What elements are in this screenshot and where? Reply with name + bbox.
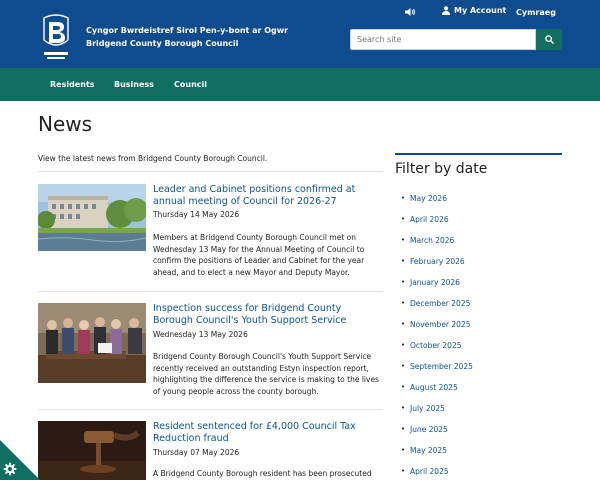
date-filter-item[interactable]: • November 2025 [401, 320, 473, 341]
search-input[interactable] [350, 29, 536, 50]
date-filter-item[interactable]: • January 2026 [401, 278, 473, 299]
news-summary: A Bridgend County Borough resident has b… [153, 469, 372, 478]
page-title: News [38, 112, 93, 136]
news-summary: Bridgend County Borough Council's Youth … [153, 352, 379, 396]
news-date: Wednesday 13 May 2026 [153, 330, 248, 339]
my-account-link[interactable]: My Account [442, 6, 506, 15]
language-toggle[interactable]: Cymraeg [516, 8, 556, 17]
date-filter-item[interactable]: • March 2026 [401, 236, 473, 257]
user-icon [442, 6, 450, 15]
date-filter-item[interactable]: • February 2026 [401, 257, 473, 278]
date-filter-item[interactable]: • June 2025 [401, 425, 473, 446]
sidebar-rule [395, 153, 562, 155]
council-name-english: Bridgend County Borough Council [86, 39, 239, 48]
intro-text: View the latest news from Bridgend Count… [38, 154, 268, 163]
nav-business[interactable]: Business [114, 80, 154, 89]
news-title-link[interactable]: Inspection success for Bridgend County B… [153, 303, 383, 327]
date-filter-item[interactable]: • May 2025 [401, 446, 473, 467]
date-filter-item[interactable]: • October 2025 [401, 341, 473, 362]
nav-residents[interactable]: Residents [50, 80, 95, 89]
date-filter-list: • May 2026 • April 2026 • March 2026 • Febru… [401, 194, 473, 480]
date-filter-item[interactable]: • August 2025 [401, 383, 473, 404]
my-account-label: My Account [454, 6, 507, 15]
council-name-welsh: Cyngor Bwrdeistref Sirol Pen-y-bont ar O… [86, 26, 289, 35]
news-thumbnail[interactable] [38, 303, 146, 383]
date-filter-item[interactable]: • July 2025 [401, 404, 473, 425]
divider [38, 409, 383, 410]
news-item: Resident sentenced for £4,000 Council Ta… [38, 421, 383, 480]
date-filter-item[interactable]: • September 2025 [401, 362, 473, 383]
nav-council[interactable]: Council [174, 80, 207, 89]
search-button[interactable] [536, 29, 562, 50]
search-icon [544, 35, 554, 44]
news-item: Inspection success for Bridgend County B… [38, 303, 383, 403]
date-filter-item[interactable]: • December 2025 [401, 299, 473, 320]
divider [38, 171, 383, 172]
news-thumbnail[interactable] [38, 184, 146, 251]
date-filter-item[interactable]: • April 2026 [401, 215, 473, 236]
speaker-icon[interactable] [404, 6, 416, 18]
news-summary: Members at Bridgend County Borough Counc… [153, 233, 365, 277]
news-item: Leader and Cabinet positions confirmed a… [38, 184, 383, 284]
main-navigation: Residents Business Council [0, 68, 600, 101]
date-filter-item[interactable]: • May 2026 [401, 194, 473, 215]
filter-title: Filter by date [395, 161, 488, 177]
council-logo[interactable] [38, 10, 74, 62]
council-name[interactable]: Cyngor Bwrdeistref Sirol Pen-y-bont ar O… [86, 24, 288, 50]
news-title-link[interactable]: Leader and Cabinet positions confirmed a… [153, 184, 383, 208]
divider [38, 291, 383, 292]
news-date: Thursday 14 May 2026 [153, 210, 240, 219]
news-title-link[interactable]: Resident sentenced for £4,000 Council Ta… [153, 421, 383, 445]
cookie-settings-button[interactable] [0, 440, 40, 480]
site-header: Cyngor Bwrdeistref Sirol Pen-y-bont ar O… [0, 0, 600, 68]
date-filter-item[interactable]: • April 2025 [401, 467, 473, 480]
news-date: Thursday 07 May 2026 [153, 448, 240, 457]
news-thumbnail[interactable] [38, 421, 146, 480]
